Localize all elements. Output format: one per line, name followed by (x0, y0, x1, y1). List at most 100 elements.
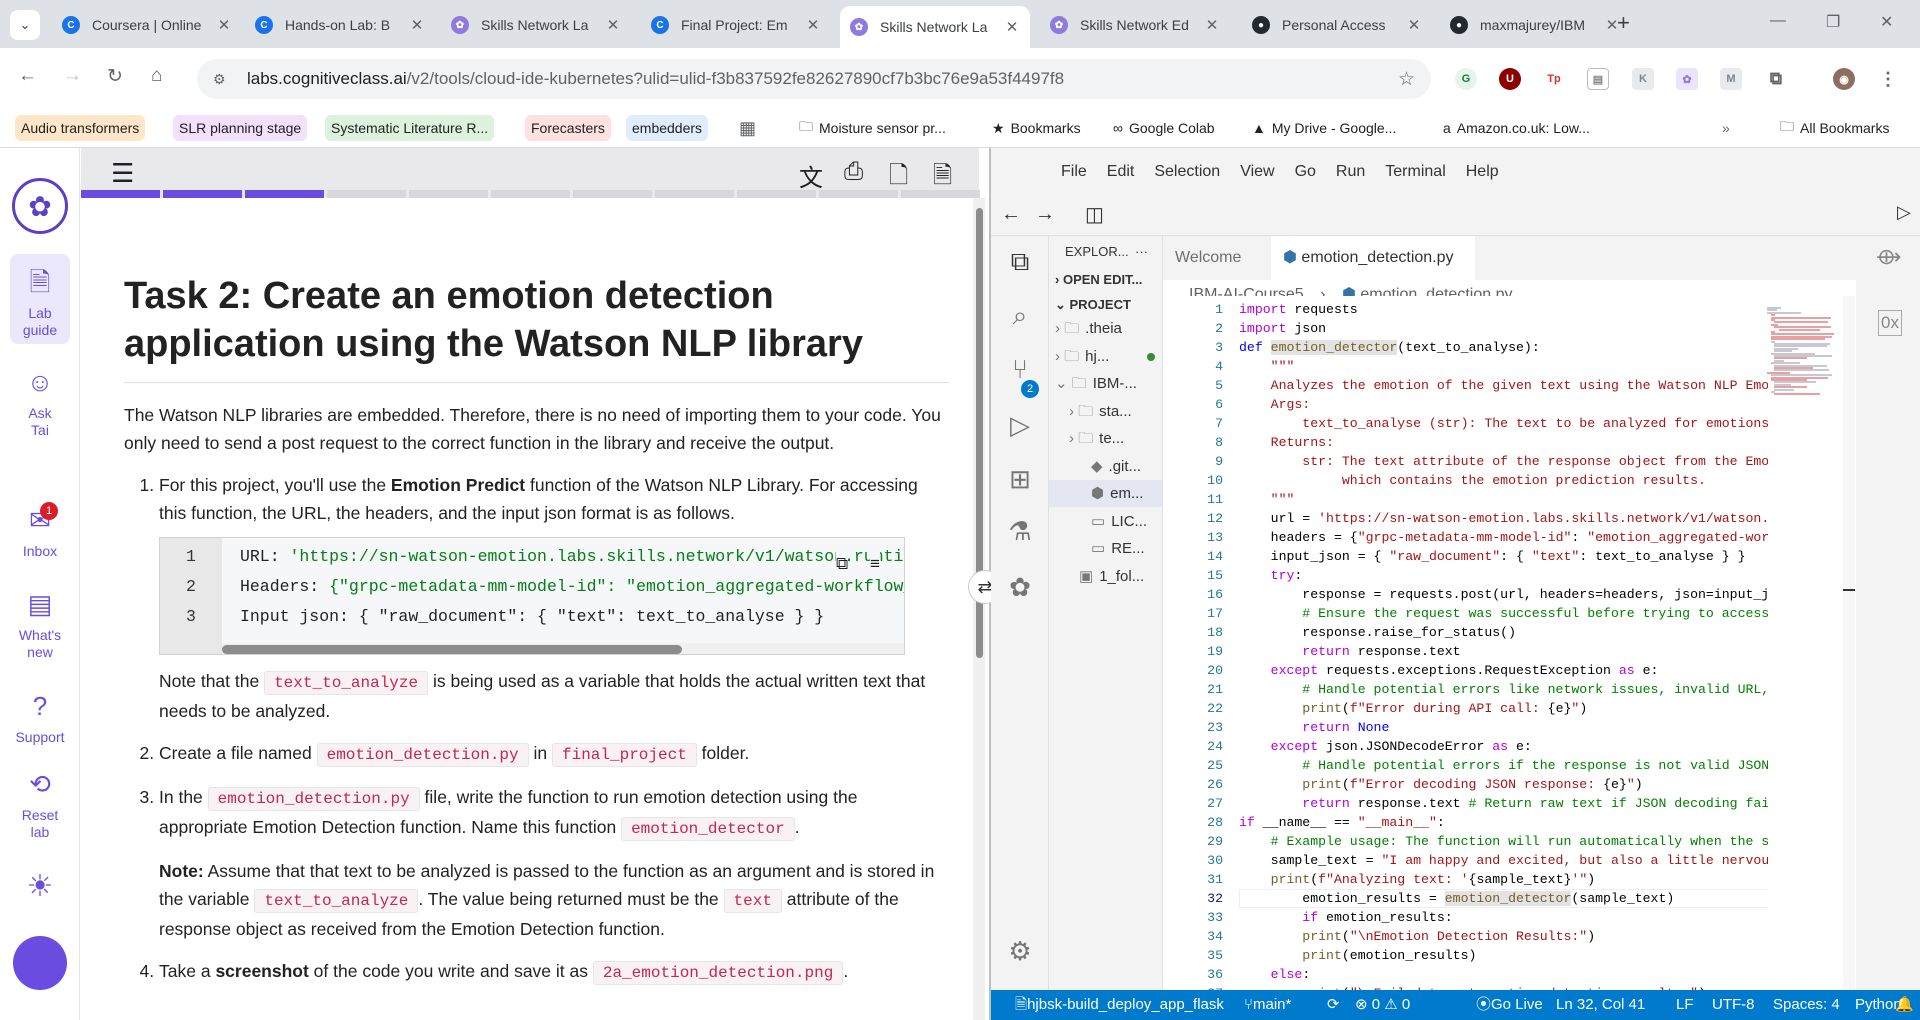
cursor-position[interactable]: Ln 32, Col 41 (1556, 990, 1645, 1020)
project-section[interactable]: ⌄ PROJECT (1049, 291, 1162, 318)
git-branch-status[interactable]: ⑂ main* (1244, 990, 1291, 1020)
bookmark-group[interactable]: embedders (626, 115, 709, 141)
settings-gear-icon[interactable]: ⚙ (991, 936, 1049, 967)
ide-back-icon[interactable]: ← (1001, 203, 1021, 226)
forward-icon[interactable]: → (63, 65, 82, 87)
toggle-secondary-icon[interactable]: ▷ (1897, 202, 1911, 223)
menu-view[interactable]: View (1240, 163, 1274, 181)
close-tab-icon[interactable]: ✕ (216, 16, 232, 34)
minimize-icon[interactable]: — (1770, 12, 1786, 30)
translate-icon[interactable]: 文 (799, 158, 823, 193)
menu-terminal[interactable]: Terminal (1385, 163, 1445, 181)
theme-toggle-icon[interactable]: ☀ (0, 868, 80, 906)
browser-tab[interactable]: ✿ Skills Network La ✕ (441, 8, 631, 42)
restore-icon[interactable]: ❐ (1826, 12, 1840, 32)
toggle-sidebar-icon[interactable]: ◫ (1085, 202, 1104, 227)
ublock-extension-icon[interactable]: U (1499, 68, 1521, 90)
browser-tab[interactable]: ✿ Skills Network Ed ✕ (1040, 8, 1230, 42)
tp-extension-icon[interactable]: Tp (1543, 68, 1565, 90)
ide-forward-icon[interactable]: → (1035, 203, 1055, 226)
bookmark-link[interactable]: ▲ My Drive - Google... (1246, 115, 1402, 141)
bookmark-link[interactable]: 🗀 Moisture sensor pr... (793, 115, 952, 141)
skills-network-toolbox-icon[interactable]: ✿ (991, 572, 1049, 603)
menu-file[interactable]: File (1061, 163, 1087, 181)
extension-icon[interactable]: K (1632, 68, 1654, 90)
hamburger-menu-icon[interactable]: ☰ (111, 158, 134, 189)
explorer-tree-item[interactable]: ◆ .git... (1049, 453, 1162, 480)
search-icon[interactable]: ⌕ (991, 300, 1049, 332)
close-tab-icon[interactable]: ✕ (1406, 16, 1422, 34)
home-icon[interactable]: ⌂ (151, 65, 162, 87)
back-icon[interactable]: ← (18, 65, 37, 87)
site-info-icon[interactable]: ⚙ (213, 71, 233, 88)
explorer-tree-item[interactable]: ⌄ 🗀 IBM-... (1049, 370, 1162, 397)
menu-help[interactable]: Help (1466, 163, 1499, 181)
tab-search-button[interactable]: ⌄ (10, 10, 40, 40)
bookmark-group[interactable]: SLR planning stage (173, 115, 308, 141)
code-editor[interactable]: 1 import requests 2 import json 3 def emotion… (1163, 296, 1768, 990)
problems-status[interactable]: ⊗ 0 ⚠ 0 (1355, 990, 1410, 1020)
guide-scrollbar[interactable] (973, 198, 985, 1020)
nav-whats-new[interactable]: ▤ What's new (0, 588, 80, 662)
grammarly-extension-icon[interactable]: G (1455, 68, 1477, 90)
browser-tab[interactable]: ● Personal Access ✕ (1242, 8, 1432, 42)
document-extension-icon[interactable]: ▤ (1587, 68, 1609, 90)
address-bar[interactable]: ⚙ labs.cognitiveclass.ai/v2/tools/cloud-… (197, 59, 1431, 99)
explorer-tree-item[interactable]: ▣ 1_fol... (1049, 563, 1162, 590)
wrap-code-icon[interactable]: ≡ (870, 550, 880, 578)
testing-icon[interactable]: ⚗ (991, 516, 1049, 547)
bookmark-link[interactable]: ★ Bookmarks (986, 115, 1087, 141)
more-bookmarks-icon[interactable]: » (1716, 115, 1736, 141)
source-graph-icon[interactable]: ⟴ (1876, 244, 1901, 270)
copy-code-icon[interactable]: ⧉ (836, 550, 849, 578)
browser-tab[interactable]: ✿ Skills Network La ✕ (840, 6, 1030, 48)
sync-icon[interactable]: ⟳ (1327, 990, 1340, 1020)
close-window-icon[interactable]: ✕ (1880, 12, 1893, 32)
notifications-bell-icon[interactable]: 🔔 (1895, 990, 1914, 1020)
all-bookmarks[interactable]: 🗀 All Bookmarks (1774, 115, 1895, 141)
user-avatar[interactable] (13, 936, 67, 990)
code-block[interactable]: 1 URL: 'https://sn-watson-emotion.labs.sk… (159, 537, 905, 655)
skills-network-logo[interactable]: ✿ (12, 178, 68, 234)
close-tab-icon[interactable]: ✕ (409, 16, 425, 34)
menu-edit[interactable]: Edit (1107, 163, 1135, 181)
extensions-puzzle-icon[interactable]: ⧉ (1765, 68, 1787, 90)
tab-welcome[interactable]: Welcome (1163, 236, 1253, 280)
apps-grid-icon[interactable]: ▦ (733, 115, 762, 141)
nav-reset-lab[interactable]: ⟲ Reset lab (0, 768, 80, 842)
browser-tab[interactable]: C Hands-on Lab: B ✕ (245, 8, 435, 42)
nav-lab-guide[interactable]: 🗎 Lab guide (0, 266, 80, 340)
new-tab-button[interactable]: + (1617, 10, 1630, 36)
reload-icon[interactable]: ↻ (107, 65, 123, 88)
bookmark-star-icon[interactable]: ☆ (1398, 68, 1415, 91)
print-icon[interactable]: ⎙ (844, 158, 863, 186)
extensions-icon[interactable]: ⊞ (991, 464, 1049, 495)
explorer-icon[interactable]: ⧉ (991, 246, 1049, 278)
browser-tab[interactable]: C Final Project: Em ✕ (641, 8, 831, 42)
bookmark-group[interactable]: Systematic Literature R... (325, 115, 495, 141)
explorer-tree-item[interactable]: ⬢ em... (1049, 480, 1162, 507)
hex-icon[interactable]: 0x (1878, 310, 1902, 336)
explorer-tree-item[interactable]: ▭ RE... (1049, 535, 1162, 562)
go-live-button[interactable]: ⦿ Go Live (1476, 990, 1543, 1020)
indentation-status[interactable]: Spaces: 4 (1773, 990, 1840, 1020)
explorer-tree-item[interactable]: › 🗀 hj... (1049, 343, 1162, 370)
browser-menu-icon[interactable]: ⋮ (1877, 68, 1899, 90)
m-extension-icon[interactable]: M (1720, 68, 1742, 90)
browser-tab[interactable]: ● maxmajurey/IBM ✕ (1440, 8, 1630, 42)
menu-run[interactable]: Run (1336, 163, 1365, 181)
profile-avatar[interactable]: ◉ (1833, 68, 1855, 90)
remote-container-status[interactable]: 🗎 hjbsk-build_deploy_app_flask (1015, 990, 1224, 1020)
bookmark-link[interactable]: a Amazon.co.uk: Low... (1437, 115, 1596, 141)
open-editors-section[interactable]: › OPEN EDIT... (1049, 266, 1162, 293)
explorer-tree-item[interactable]: › 🗀 sta... (1049, 398, 1162, 425)
skills-extension-icon[interactable]: ✿ (1676, 68, 1698, 90)
bookmark-group[interactable]: Forecasters (525, 115, 611, 141)
tab-emotion-detection[interactable]: ⬢ emotion_detection.py ✕ (1271, 236, 1475, 310)
close-tab-icon[interactable]: ✕ (1004, 18, 1020, 36)
bookmark-group[interactable]: Audio transformers (15, 115, 146, 141)
encoding-status[interactable]: UTF-8 (1712, 990, 1755, 1020)
minimap[interactable] (1767, 307, 1847, 397)
explorer-tree-item[interactable]: › 🗀 te... (1049, 425, 1162, 452)
explorer-tree-item[interactable]: › 🗀 .theia (1049, 315, 1162, 342)
